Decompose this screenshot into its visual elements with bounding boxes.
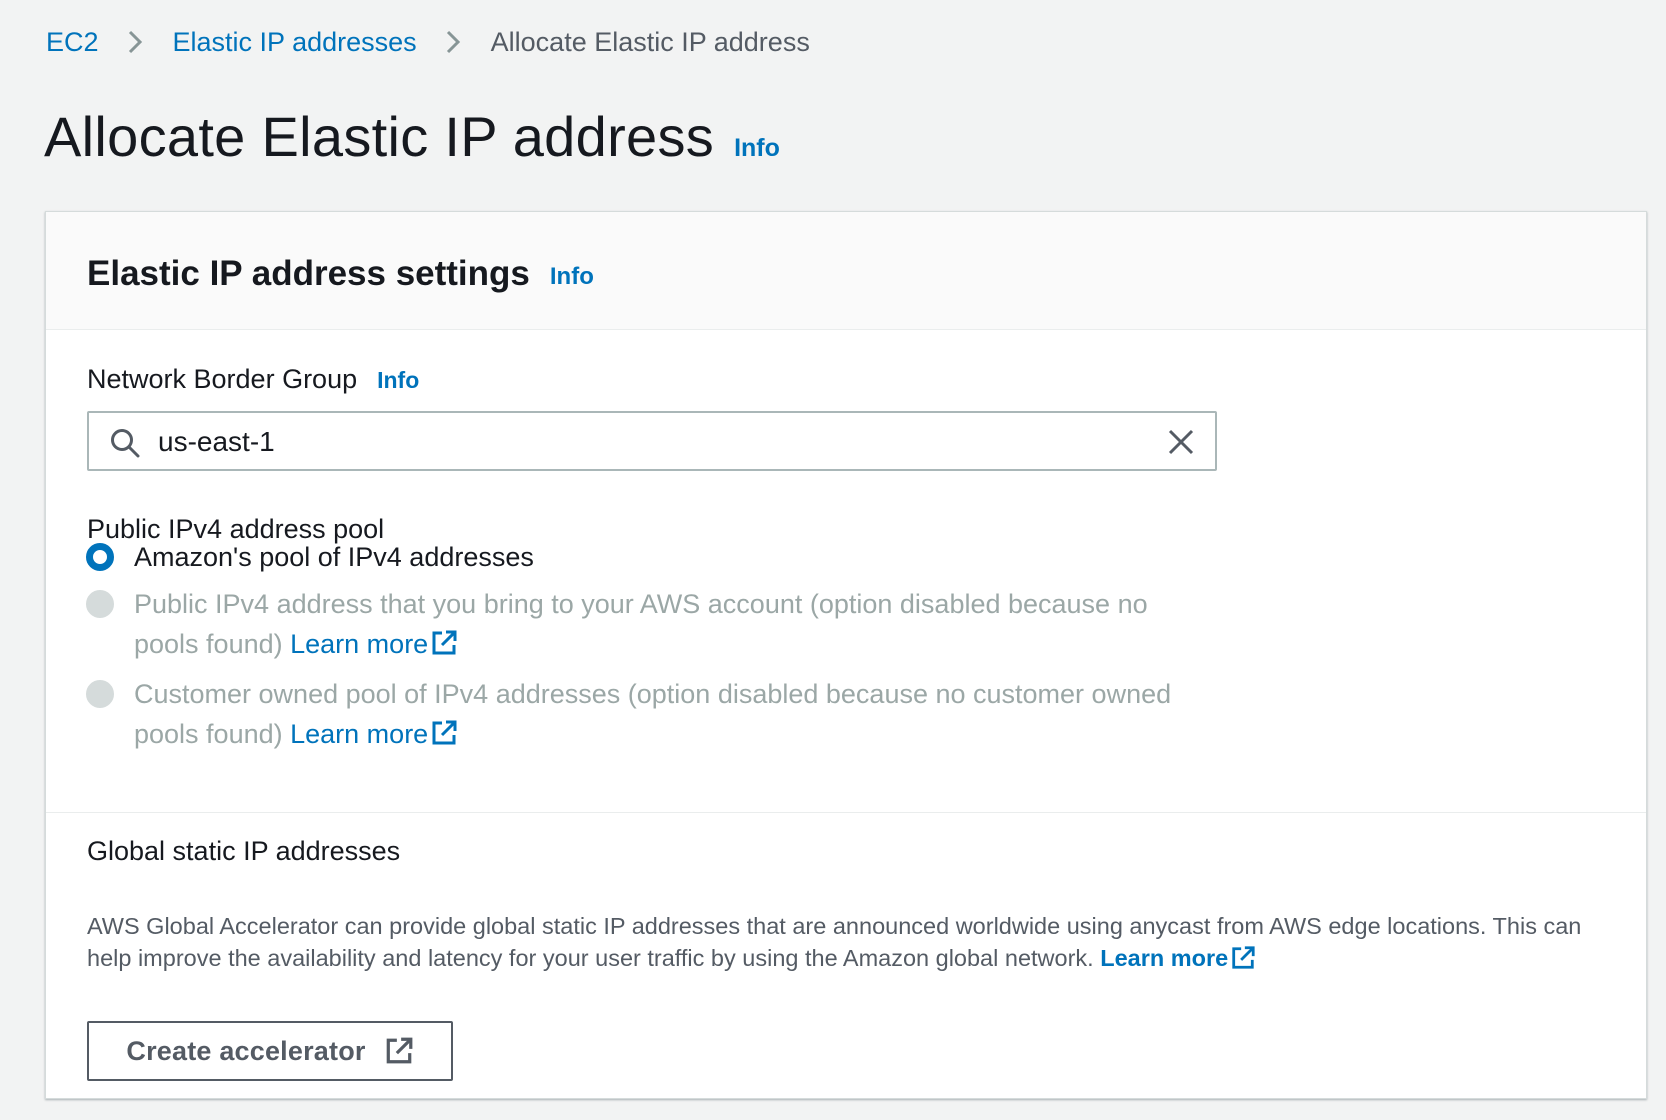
radio-label-amazon-pool: Amazon's pool of IPv4 addresses <box>134 542 534 572</box>
external-link-icon <box>1232 946 1255 969</box>
chevron-right-icon <box>417 29 491 55</box>
network-border-group-label: Network Border Group <box>87 364 358 394</box>
breadcrumb-item-elastic-ip-addresses[interactable]: Elastic IP addresses <box>173 27 417 58</box>
radio-option-customer-owned-pool: Customer owned pool of IPv4 addresses (o… <box>86 674 1194 754</box>
learn-more-label: Learn more <box>290 629 429 659</box>
breadcrumb: EC2 Elastic IP addresses Allocate Elasti… <box>46 22 810 62</box>
page-header: Allocate Elastic IP address Info <box>44 104 780 169</box>
create-accelerator-button[interactable]: Create accelerator <box>87 1021 453 1081</box>
learn-more-link-byoip[interactable]: Learn more <box>290 629 458 659</box>
search-icon <box>111 429 140 458</box>
breadcrumb-item-current: Allocate Elastic IP address <box>490 26 810 57</box>
page-title: Allocate Elastic IP address <box>44 105 715 168</box>
external-link-icon <box>432 630 457 655</box>
panel-info-link[interactable]: Info <box>550 263 594 291</box>
radio-option-byoip-pool: Public IPv4 address that you bring to yo… <box>86 584 1194 664</box>
network-border-group-input[interactable]: us-east-1 <box>87 411 1217 471</box>
chevron-right-icon <box>99 29 173 55</box>
learn-more-label: Learn more <box>1100 945 1229 971</box>
external-link-icon <box>432 720 457 745</box>
global-static-ip-title: Global static IP addresses <box>87 836 401 866</box>
radio-button-disabled <box>86 680 114 708</box>
external-link-icon <box>386 1037 413 1064</box>
radio-label-byoip-text: Public IPv4 address that you bring to yo… <box>134 589 1148 659</box>
radio-label-customer-owned-pool: Customer owned pool of IPv4 addresses (o… <box>134 674 1194 754</box>
page-info-link[interactable]: Info <box>734 134 780 163</box>
section-divider <box>46 812 1646 813</box>
radio-button-selected[interactable] <box>86 543 114 571</box>
network-border-group-info-link[interactable]: Info <box>377 367 419 394</box>
radio-label-byoip-pool: Public IPv4 address that you bring to yo… <box>134 584 1194 664</box>
close-icon[interactable] <box>1165 426 1197 458</box>
breadcrumb-item-ec2[interactable]: EC2 <box>46 27 99 58</box>
learn-more-label: Learn more <box>290 719 429 749</box>
panel-header: Elastic IP address settings Info <box>46 212 1646 330</box>
global-static-ip-description: AWS Global Accelerator can provide globa… <box>87 910 1607 974</box>
global-description-text: AWS Global Accelerator can provide globa… <box>87 913 1582 971</box>
create-accelerator-label: Create accelerator <box>126 1035 366 1066</box>
learn-more-link-global-accelerator[interactable]: Learn more <box>1100 945 1256 971</box>
radio-button-disabled <box>86 590 114 618</box>
network-border-group-label-row: Network Border Group Info <box>87 364 419 395</box>
panel-title: Elastic IP address settings <box>87 253 530 293</box>
radio-option-amazon-pool[interactable]: Amazon's pool of IPv4 addresses <box>86 537 534 577</box>
network-border-group-value: us-east-1 <box>158 426 275 457</box>
elastic-ip-settings-panel: Elastic IP address settings Info Network… <box>45 211 1647 1099</box>
learn-more-link-customer-owned[interactable]: Learn more <box>290 719 458 749</box>
